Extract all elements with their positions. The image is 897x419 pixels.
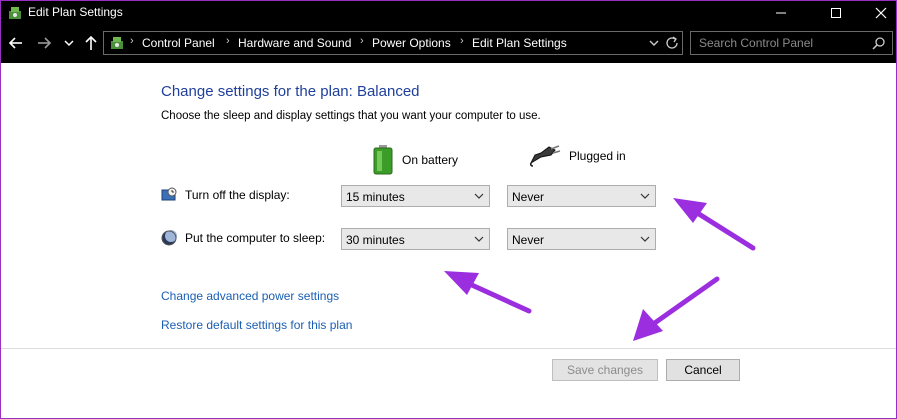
search-box[interactable]: Search Control Panel <box>690 31 893 55</box>
breadcrumb-separator: › <box>460 35 464 47</box>
search-input[interactable]: Search Control Panel <box>699 36 813 50</box>
page-title: Change settings for the plan: Balanced <box>161 83 420 100</box>
save-changes-button[interactable]: Save changes <box>552 359 658 381</box>
chevron-down-icon <box>64 40 74 47</box>
breadcrumb-hardware-and-sound[interactable]: Hardware and Sound <box>238 36 351 50</box>
breadcrumb-control-panel[interactable]: Control Panel <box>142 36 215 50</box>
sleep-on-battery-value: 30 minutes <box>346 233 405 247</box>
main-content: Change settings for the plan: Balanced C… <box>1 63 896 418</box>
battery-column-header: On battery <box>372 145 458 175</box>
power-plug-icon <box>529 145 561 167</box>
plugged-column-header: Plugged in <box>529 145 626 167</box>
recent-locations-button[interactable] <box>59 33 79 53</box>
chevron-down-icon <box>474 193 484 199</box>
chevron-down-icon <box>640 193 650 199</box>
forward-button[interactable] <box>34 33 54 53</box>
chevron-down-icon <box>474 236 484 242</box>
up-button[interactable] <box>81 33 101 53</box>
turn-off-display-setting: Turn off the display: <box>161 187 290 203</box>
close-button[interactable] <box>858 1 897 25</box>
sleep-on-battery-select[interactable]: 30 minutes <box>341 228 490 250</box>
title-bar: Edit Plan Settings <box>1 1 896 25</box>
page-description: Choose the sleep and display settings th… <box>161 110 541 122</box>
sleep-plugged-in-value: Never <box>512 233 545 247</box>
computer-sleep-label: Put the computer to sleep: <box>185 231 326 245</box>
control-panel-icon <box>111 37 123 49</box>
computer-sleep-setting: Put the computer to sleep: <box>161 230 325 246</box>
breadcrumb-edit-plan-settings[interactable]: Edit Plan Settings <box>472 36 567 50</box>
breadcrumb-separator: › <box>360 35 364 47</box>
advanced-power-settings-link[interactable]: Change advanced power settings <box>161 289 339 303</box>
breadcrumb-power-options[interactable]: Power Options <box>372 36 451 50</box>
close-icon <box>875 7 887 19</box>
window-title: Edit Plan Settings <box>28 5 123 19</box>
minimize-icon <box>776 12 786 14</box>
chevron-down-icon[interactable] <box>648 37 660 49</box>
divider <box>1 348 896 349</box>
plugged-column-label: Plugged in <box>569 149 626 163</box>
refresh-icon[interactable] <box>664 35 680 51</box>
search-icon[interactable] <box>872 36 886 50</box>
forward-arrow-icon <box>38 37 52 49</box>
maximize-button[interactable] <box>813 1 859 25</box>
back-button[interactable] <box>6 33 26 53</box>
address-bar[interactable]: › Control Panel › Hardware and Sound › P… <box>103 31 683 55</box>
display-on-battery-value: 15 minutes <box>346 190 405 204</box>
minimize-button[interactable] <box>758 1 804 25</box>
battery-icon <box>373 145 393 175</box>
navigation-bar: › Control Panel › Hardware and Sound › P… <box>1 25 896 63</box>
breadcrumb-separator: › <box>130 35 134 47</box>
sleep-plugged-in-select[interactable]: Never <box>507 228 656 250</box>
monitor-clock-icon <box>161 187 177 201</box>
chevron-down-icon <box>640 236 650 242</box>
back-arrow-icon <box>8 37 22 49</box>
control-panel-icon <box>9 7 21 19</box>
display-plugged-in-select[interactable]: Never <box>507 185 656 207</box>
display-plugged-in-value: Never <box>512 190 545 204</box>
turn-off-display-label: Turn off the display: <box>185 188 290 202</box>
battery-column-label: On battery <box>402 153 459 167</box>
breadcrumb-separator: › <box>226 35 230 47</box>
maximize-icon <box>831 8 841 18</box>
cancel-button[interactable]: Cancel <box>666 359 740 381</box>
restore-defaults-link[interactable]: Restore default settings for this plan <box>161 318 352 332</box>
display-on-battery-select[interactable]: 15 minutes <box>341 185 490 207</box>
up-arrow-icon <box>85 35 97 50</box>
edit-plan-settings-window: Edit Plan Settings › Control Panel › Har… <box>0 0 897 419</box>
moon-icon <box>161 230 177 246</box>
